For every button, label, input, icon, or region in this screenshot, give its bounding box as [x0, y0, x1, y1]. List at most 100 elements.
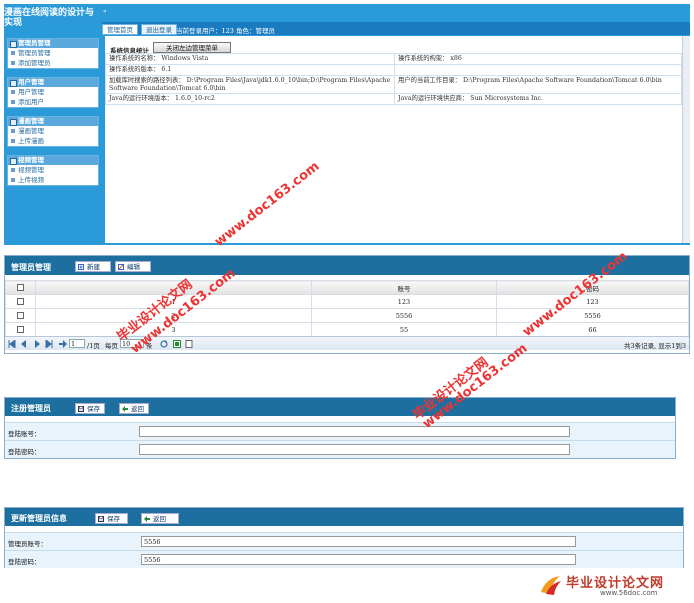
cell-account: 123 [311, 294, 497, 309]
save-button[interactable]: 保存 [75, 403, 105, 414]
cell-password: 5556 [496, 308, 689, 323]
close-menu-button[interactable]: 关闭左边管理菜单 [153, 42, 231, 53]
admin-grid-panel: 管理员管理 新建 编辑 账号 密码 1 123 123 2 5556 5556 [4, 255, 690, 354]
sidebar-group-video: 视频管理 视频管理 上传视频 [7, 155, 99, 186]
row-checkbox-cell [5, 322, 36, 337]
register-header: 注册管理员 保存 返回 [5, 398, 675, 416]
page-total: /1页 [87, 342, 100, 350]
edit-button[interactable]: 编辑 [115, 261, 151, 272]
sidebar-group-title[interactable]: 漫画管理 [8, 117, 98, 126]
logo-url: www.56doc.com [600, 589, 658, 597]
admin-account-input[interactable]: 5556 [141, 536, 576, 547]
update-title: 更新管理员信息 [11, 514, 67, 523]
sidebar-item-video-manage[interactable]: 视频管理 [8, 165, 98, 175]
password-label: 登陆密码： [8, 448, 41, 456]
table-cell: 加载库时搜索的路径列表： D:\Program Files\Java\jdk1.… [105, 75, 395, 94]
back-button-label: 返回 [153, 515, 166, 523]
save-icon [98, 516, 104, 522]
per-page-label: 每页 [105, 342, 118, 350]
sidebar-group-admin: 管理员管理 管理员管理 添加管理员 [7, 38, 99, 69]
grid-header: 管理员管理 新建 编辑 [5, 256, 689, 275]
sidebar-group-title[interactable]: 视频管理 [8, 156, 98, 165]
cell-account: 55 [311, 322, 497, 337]
back-button[interactable]: 返回 [119, 403, 149, 414]
page-number-input[interactable]: 1 [69, 339, 85, 348]
grid-title: 管理员管理 [11, 263, 51, 272]
sidebar-group-user: 用户管理 用户管理 添加用户 [7, 77, 99, 108]
account-input[interactable] [139, 426, 570, 437]
save-button-label: 保存 [107, 515, 120, 523]
refresh-icon[interactable] [160, 340, 168, 348]
cell-account: 5556 [311, 308, 497, 323]
select-all-checkbox[interactable] [17, 284, 24, 291]
register-title: 注册管理员 [11, 404, 51, 413]
register-admin-panel: 注册管理员 保存 返回 登陆账号： 登陆密码： [4, 397, 676, 459]
first-page-icon[interactable] [8, 340, 16, 348]
sidebar-item-comic-manage[interactable]: 漫画管理 [8, 126, 98, 136]
table-cell: 操作系统的构架： x86 [394, 53, 682, 65]
vertical-scrollbar[interactable] [682, 36, 690, 243]
record-summary: 共3条记录, 显示1到3 [623, 342, 686, 350]
table-cell: 用户的当前工作目录： D:\Program Files\Apache Softw… [394, 75, 682, 94]
password-input[interactable] [139, 444, 570, 455]
table-row[interactable]: 3 55 66 [5, 322, 689, 337]
sidebar-item-user-add[interactable]: 添加用户 [8, 97, 98, 107]
last-page-icon[interactable] [45, 340, 53, 348]
save-button[interactable]: 保存 [95, 513, 128, 524]
save-button-label: 保存 [87, 405, 100, 413]
site-logo: 毕业设计论文网 www.56doc.com [538, 572, 688, 599]
back-arrow-icon [122, 406, 128, 412]
password-label: 登陆密码： [8, 558, 41, 566]
edit-button-label: 编辑 [127, 263, 140, 271]
sidebar-group-comic: 漫画管理 漫画管理 上传漫画 [7, 116, 99, 147]
row-checkbox[interactable] [17, 312, 24, 319]
sidebar-group-title[interactable]: 管理员管理 [8, 39, 98, 48]
export-icon[interactable] [173, 340, 181, 348]
sidebar-item-admin-manage[interactable]: 管理员管理 [8, 48, 98, 58]
form-row-admin-account: 管理员账号： 5556 [5, 532, 683, 550]
next-page-icon[interactable] [33, 340, 41, 348]
table-cell: 操作系统的名称： Windows Vista [105, 53, 395, 65]
table-row[interactable]: 2 5556 5556 [5, 308, 689, 323]
top-nav-bar: 管理首页 退出登录 当前登录用户：123 角色：管理员 [102, 22, 690, 35]
table-cell: Java的运行环境版本： 1.6.0_10-rc2 [105, 93, 395, 105]
logo-icon [541, 576, 561, 595]
stats-header: 系统信息统计 关闭左边管理菜单 [105, 40, 682, 55]
table-cell: Java的运行环境供应商： Sun Microsystems Inc. [394, 93, 682, 105]
row-checkbox[interactable] [17, 298, 24, 305]
sidebar-item-comic-upload[interactable]: 上传漫画 [8, 136, 98, 146]
update-header: 更新管理员信息 保存 返回 [5, 508, 683, 526]
password-input[interactable]: 5556 [141, 554, 576, 565]
tab-home[interactable]: 管理首页 [102, 24, 138, 35]
table-row: Java的运行环境版本： 1.6.0_10-rc2 Java的运行环境供应商： … [105, 93, 682, 105]
table-cell [394, 64, 682, 76]
prev-page-icon[interactable] [20, 340, 28, 348]
sidebar-group-title[interactable]: 用户管理 [8, 78, 98, 87]
tab-logout[interactable]: 退出登录 [141, 24, 177, 35]
save-icon [78, 406, 84, 412]
column-header-account[interactable]: 账号 [311, 280, 497, 295]
sidebar-item-admin-add[interactable]: 添加管理员 [8, 58, 98, 68]
edit-icon [118, 264, 124, 270]
sidebar-item-video-upload[interactable]: 上传视频 [8, 175, 98, 185]
back-button[interactable]: 返回 [141, 513, 179, 524]
print-icon[interactable] [185, 340, 193, 348]
table-cell: 操作系统的版本： 6.1 [105, 64, 395, 76]
sidebar: 管理员管理 管理员管理 添加管理员 用户管理 用户管理 添加用户 漫画管理 漫画… [4, 36, 102, 243]
select-all-cell [5, 280, 36, 295]
row-checkbox[interactable] [17, 326, 24, 333]
table-row[interactable]: 1 123 123 [5, 294, 689, 309]
row-checkbox-cell [5, 308, 36, 323]
login-info: 当前登录用户：123 角色：管理员 [176, 27, 275, 35]
main-content: 系统信息统计 关闭左边管理菜单 操作系统的名称： Windows Vista 操… [105, 36, 682, 243]
new-button-label: 新建 [87, 263, 100, 271]
sidebar-item-user-manage[interactable]: 用户管理 [8, 87, 98, 97]
admin-account-label: 管理员账号： [8, 540, 47, 548]
table-row: 操作系统的名称： Windows Vista 操作系统的构架： x86 [105, 53, 682, 65]
form-row-account: 登陆账号： [5, 422, 675, 440]
account-label: 登陆账号： [8, 430, 41, 438]
table-row: 操作系统的版本： 6.1 [105, 64, 682, 76]
cell-password: 123 [496, 294, 689, 309]
new-button[interactable]: 新建 [75, 261, 111, 272]
goto-icon[interactable] [59, 340, 67, 348]
